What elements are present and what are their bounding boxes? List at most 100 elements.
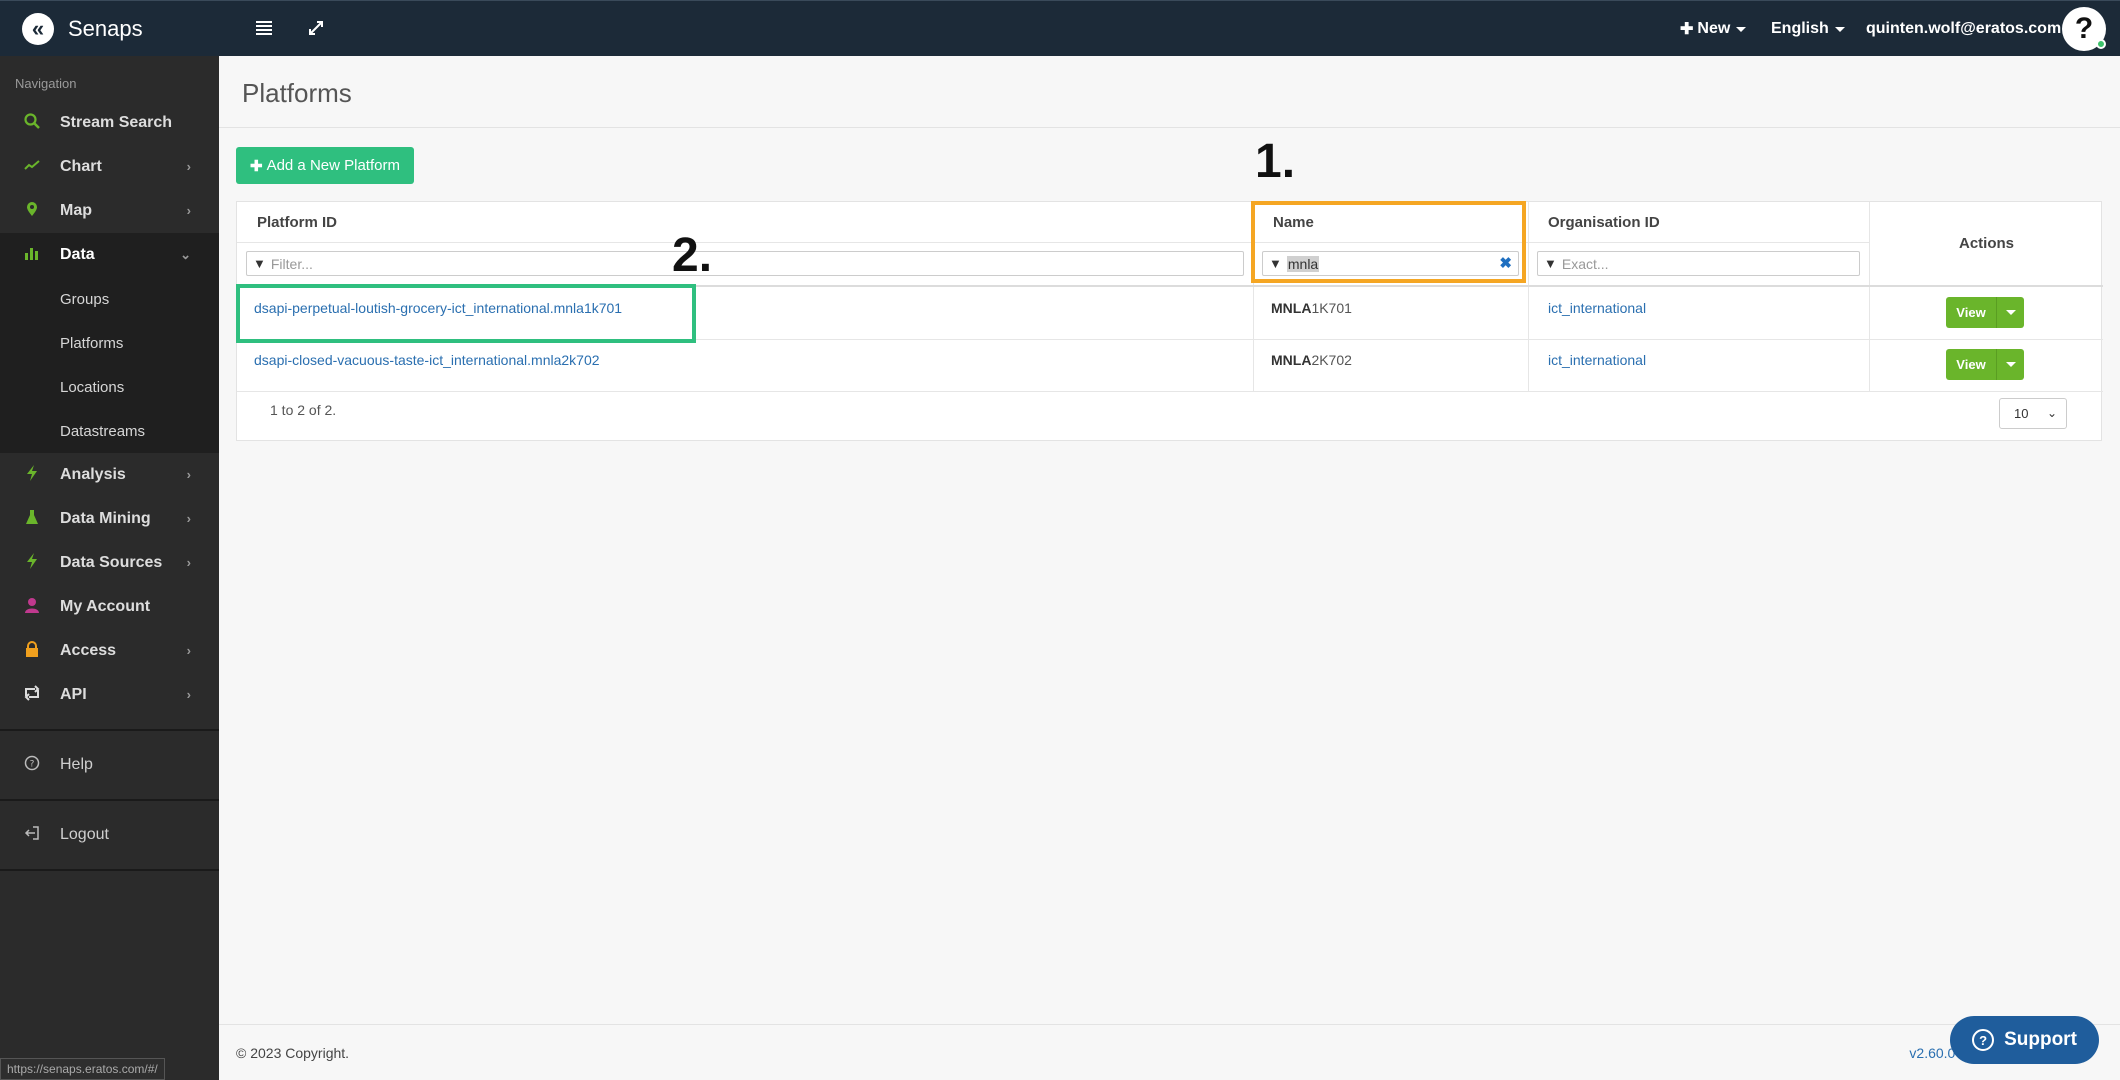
column-header-platform-id[interactable]: Platform ID <box>257 214 337 231</box>
flask-icon <box>22 509 42 529</box>
user-menu[interactable]: quinten.wolf@eratos.com <box>1866 1 2078 57</box>
sidebar-item-label: Data Sources <box>60 554 163 571</box>
chevron-right-icon: › <box>186 203 191 218</box>
annotation-number-1: 1. <box>1255 135 1296 188</box>
bar-chart-icon <box>22 245 42 265</box>
filter-placeholder: Exact... <box>1561 255 1609 272</box>
sidebar-item-label: Map <box>60 202 92 219</box>
sidebar-item-help[interactable]: ? Help <box>0 743 219 787</box>
column-divider <box>1253 202 1254 392</box>
filter-icon: ▼ <box>1544 256 1557 271</box>
caret-down-icon <box>2006 362 2016 367</box>
sidebar-divider <box>0 729 219 731</box>
plus-icon: ✚ <box>1680 21 1694 38</box>
page-size-select[interactable]: 10 ⌄ <box>1999 398 2067 429</box>
chevron-right-icon: › <box>186 643 191 658</box>
platform-id-filter-input[interactable]: ▼ Filter... <box>246 251 1244 276</box>
sidebar-item-label: Data Mining <box>60 510 151 527</box>
caret-down-icon <box>1736 26 1747 32</box>
menu-toggle-icon[interactable] <box>252 17 276 41</box>
clear-filter-icon[interactable]: ✖ <box>1499 254 1512 272</box>
copyright-text: © 2023 Copyright. <box>236 1045 350 1061</box>
sidebar-item-access[interactable]: Access › <box>0 629 219 673</box>
table-row-organisation-link[interactable]: ict_international <box>1548 300 1646 316</box>
view-button[interactable]: View <box>1946 349 1996 380</box>
line-chart-icon <box>22 157 42 177</box>
language-menu[interactable]: English <box>1771 1 1845 57</box>
sidebar-item-analysis[interactable]: Analysis › <box>0 453 219 497</box>
sidebar-item-stream-search[interactable]: Stream Search <box>0 101 219 145</box>
sidebar-item-label: Chart <box>60 158 102 175</box>
sidebar-subitem-groups[interactable]: Groups <box>0 277 219 321</box>
retweet-icon <box>22 685 42 705</box>
filter-placeholder: Filter... <box>270 255 313 272</box>
sidebar-item-map[interactable]: Map › <box>0 189 219 233</box>
view-dropdown-toggle[interactable] <box>1996 297 2024 328</box>
caret-down-icon <box>2006 310 2016 315</box>
new-menu-label: New <box>1697 20 1731 37</box>
sidebar-item-label: Analysis <box>60 466 126 483</box>
sidebar-item-api[interactable]: API › <box>0 673 219 717</box>
name-filter-input[interactable]: ▼ mnla ✖ <box>1262 251 1519 276</box>
sidebar-item-data-sources[interactable]: Data Sources › <box>0 541 219 585</box>
name-rest: 2K702 <box>1311 352 1352 368</box>
search-icon <box>22 113 42 133</box>
table-row-organisation-link[interactable]: ict_international <box>1548 352 1646 368</box>
sidebar-item-data-mining[interactable]: Data Mining › <box>0 497 219 541</box>
user-icon <box>22 597 42 617</box>
sidebar-item-label: Help <box>60 756 93 773</box>
bolt-icon <box>22 465 42 485</box>
avatar[interactable]: ? <box>2062 7 2106 51</box>
lock-icon <box>22 641 42 661</box>
filter-icon: ▼ <box>1269 256 1282 271</box>
senaps-logo-icon: « <box>22 13 54 45</box>
column-header-actions: Actions <box>1959 235 2015 252</box>
view-button[interactable]: View <box>1946 297 1996 328</box>
svg-text:?: ? <box>30 760 35 770</box>
filter-icon: ▼ <box>253 256 266 271</box>
sidebar-item-label: Data <box>60 246 95 263</box>
support-button[interactable]: ? Support <box>1950 1016 2099 1064</box>
view-button-group: View <box>1946 297 2024 328</box>
chevron-right-icon: › <box>186 687 191 702</box>
help-circle-icon: ? <box>1972 1029 1995 1051</box>
sidebar-subitem-platforms[interactable]: Platforms <box>0 321 219 365</box>
logout-icon <box>22 825 42 845</box>
name-filter-value: mnla <box>1286 255 1320 272</box>
brand[interactable]: « Senaps <box>0 1 219 57</box>
language-label: English <box>1771 20 1829 37</box>
add-platform-button[interactable]: ✚ Add a New Platform <box>236 147 414 184</box>
view-button-group: View <box>1946 349 2024 380</box>
brand-name: Senaps <box>68 16 143 41</box>
organisation-filter-input[interactable]: ▼ Exact... <box>1537 251 1860 276</box>
column-header-organisation-id[interactable]: Organisation ID <box>1548 214 1660 231</box>
row-divider <box>237 339 2103 340</box>
map-pin-icon <box>22 201 42 221</box>
name-match: MNLA <box>1271 352 1312 368</box>
user-email: quinten.wolf@eratos.com <box>1866 20 2062 37</box>
bolt-icon <box>22 553 42 573</box>
column-header-name[interactable]: Name <box>1273 214 1314 231</box>
caret-down-icon <box>1834 26 1845 32</box>
sidebar-item-data[interactable]: Data ⌄ <box>0 233 219 277</box>
avatar-glyph: ? <box>2074 12 2094 45</box>
sidebar-subitem-label: Locations <box>60 378 125 396</box>
sidebar-item-my-account[interactable]: My Account <box>0 585 219 629</box>
sidebar-subitem-locations[interactable]: Locations <box>0 365 219 409</box>
top-bar: « Senaps ✚ New English quinten.wolf@erat… <box>0 0 2120 56</box>
header-divider <box>237 242 1869 243</box>
sidebar-item-logout[interactable]: Logout <box>0 813 219 857</box>
chevron-right-icon: › <box>186 159 191 174</box>
filter-divider <box>237 285 2103 287</box>
new-menu[interactable]: ✚ New <box>1680 1 1747 57</box>
add-platform-label: Add a New Platform <box>266 157 400 174</box>
sidebar-subitem-datastreams[interactable]: Datastreams <box>0 409 219 453</box>
table-row-platform-id-link[interactable]: dsapi-perpetual-loutish-grocery-ict_inte… <box>254 300 622 316</box>
view-dropdown-toggle[interactable] <box>1996 349 2024 380</box>
page-header: Platforms <box>219 56 2120 128</box>
table-row-platform-id-link[interactable]: dsapi-closed-vacuous-taste-ict_internati… <box>254 352 600 368</box>
column-divider <box>1528 202 1529 392</box>
sidebar-item-chart[interactable]: Chart › <box>0 145 219 189</box>
chevron-down-icon: ⌄ <box>180 247 191 262</box>
fullscreen-icon[interactable] <box>304 17 328 41</box>
